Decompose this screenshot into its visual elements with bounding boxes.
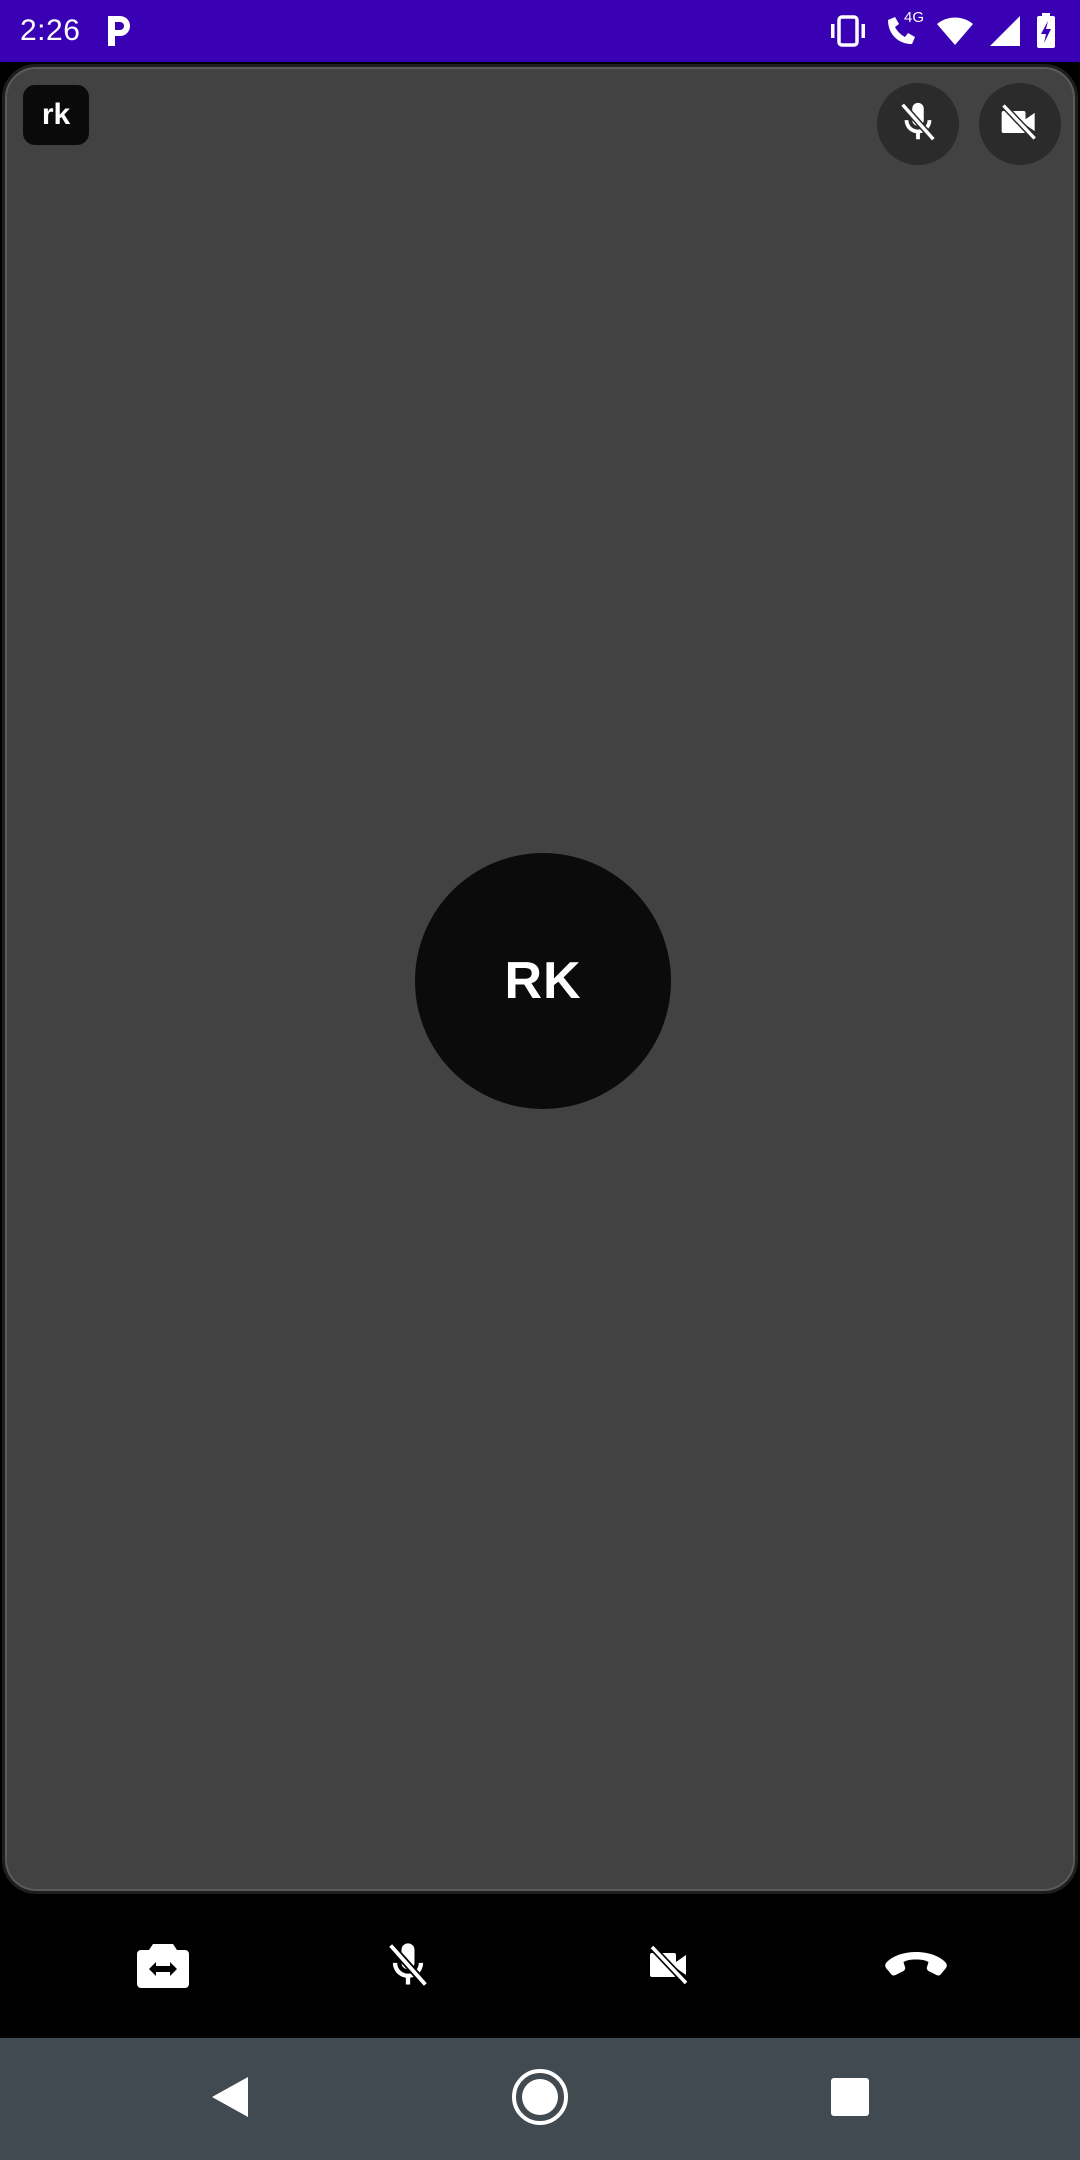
p-icon xyxy=(104,14,134,48)
back-icon xyxy=(208,2073,252,2126)
switch-camera-icon xyxy=(135,1940,191,1995)
status-time: 2:26 xyxy=(20,14,81,47)
hang-up-icon xyxy=(884,1948,948,1987)
status-bar: 2:26 4G xyxy=(0,0,1080,62)
network-type-label: 4G xyxy=(903,9,924,26)
wifi-calling-icon: 4G xyxy=(882,9,924,50)
participant-mic-status xyxy=(877,83,959,165)
nav-recents-button[interactable] xyxy=(810,2059,890,2139)
mic-off-icon xyxy=(895,99,941,150)
battery-charging-icon xyxy=(1036,13,1056,49)
nav-home-button[interactable] xyxy=(500,2059,580,2139)
cellular-signal-icon xyxy=(988,14,1022,48)
mic-off-icon xyxy=(382,1939,434,1996)
video-off-icon xyxy=(998,100,1042,149)
video-off-icon xyxy=(646,1941,694,1994)
participant-name-tag: rk xyxy=(23,85,89,145)
hang-up-button[interactable] xyxy=(866,1917,966,2017)
call-controls-bar xyxy=(0,1896,1080,2038)
participant-video-tile[interactable]: rk RK xyxy=(2,64,1078,1894)
recents-icon xyxy=(829,2076,871,2123)
wifi-icon xyxy=(936,14,974,48)
toggle-camera-button[interactable] xyxy=(620,1917,720,2017)
status-icons: 4G xyxy=(828,9,1056,50)
toggle-mic-button[interactable] xyxy=(358,1917,458,2017)
nav-back-button[interactable] xyxy=(190,2059,270,2139)
participant-camera-status xyxy=(979,83,1061,165)
participant-avatar: RK xyxy=(415,853,671,1109)
system-nav-bar xyxy=(0,2038,1080,2160)
vibrate-icon xyxy=(828,14,868,48)
home-icon xyxy=(510,2067,570,2132)
switch-camera-button[interactable] xyxy=(113,1917,213,2017)
